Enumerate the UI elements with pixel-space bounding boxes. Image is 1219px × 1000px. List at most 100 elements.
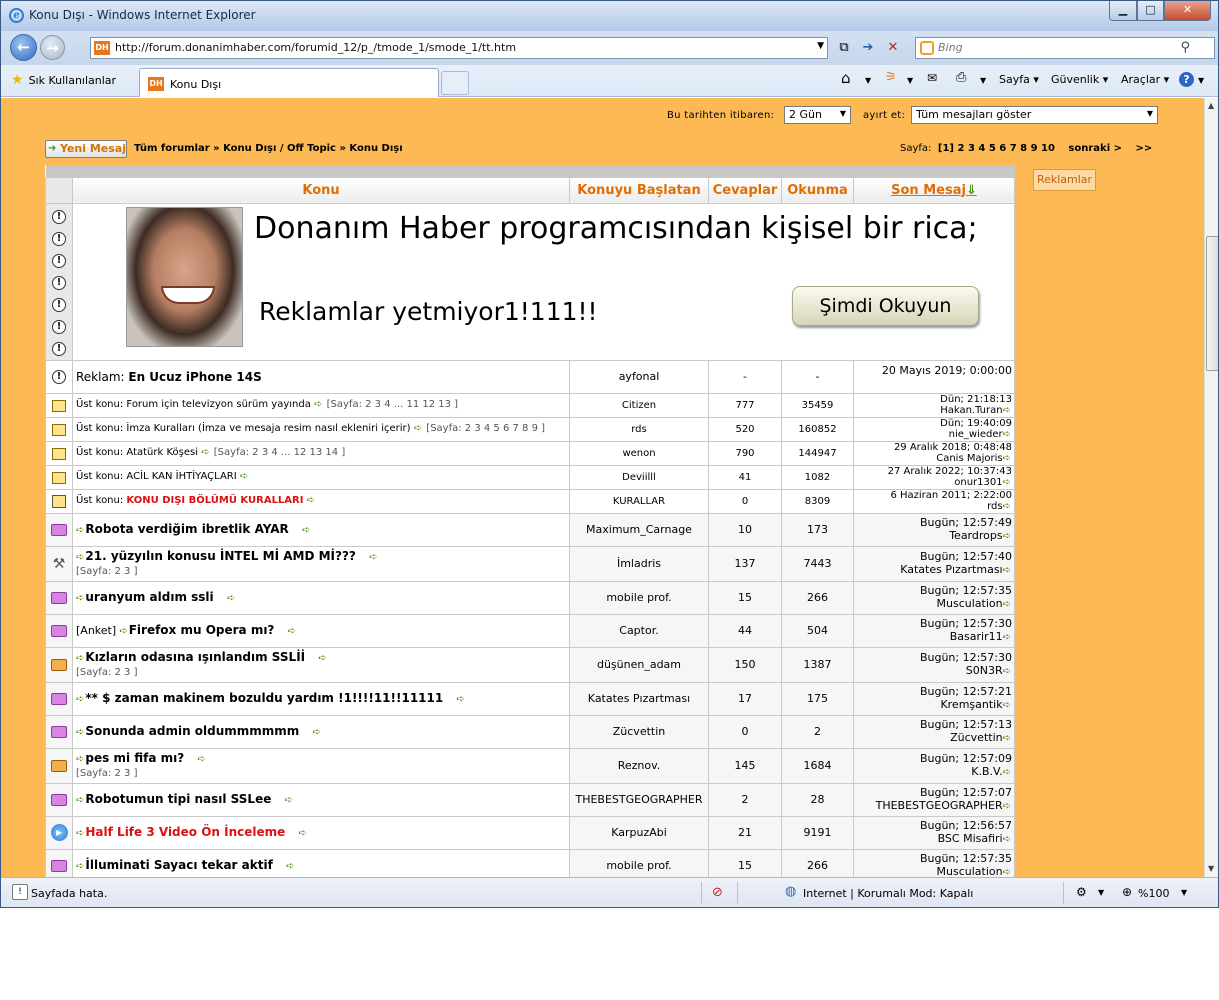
topic-row[interactable]: ➪Sonunda admin oldummmmmm ➪ Zücvettin 0 2 Bu… (45, 714, 1015, 749)
go-to-last-post-icon[interactable]: ➪ (1003, 767, 1011, 778)
topic-row[interactable]: ➪ ** $ zaman makinem bozuldu yardım !1!!!… (45, 681, 1015, 716)
topic-starter[interactable]: Katates Pızartması (569, 681, 709, 716)
go-to-last-post-icon[interactable]: ➪ (197, 754, 205, 765)
last-post-user-name[interactable]: BSC Misafiri (938, 832, 1003, 845)
sticky-starter[interactable]: rds (569, 416, 709, 442)
security-zone[interactable]: Internet | Korumalı Mod: Kapalı (803, 887, 973, 900)
sticky-row[interactable]: Üst konu: Atatürk Köşesi ➪ [Sayfa: 2 3 4… (45, 440, 1015, 466)
topic-cell[interactable]: ➪pes mi fifa mı? ➪ [Sayfa: 2 3 ] (72, 747, 570, 784)
topic-cell[interactable]: ➪Kızların odasına ışınlandım SSLİİ ➪ [Say… (72, 646, 570, 683)
topic-starter[interactable]: Reznov. (569, 747, 709, 784)
sticky-last-user-name[interactable]: Canis Majoris (936, 453, 1002, 464)
new-message-button[interactable]: Yeni Mesaj (45, 140, 127, 158)
last-post-user-name[interactable]: Kremşantik (940, 698, 1002, 711)
breadcrumb[interactable]: Tüm forumlar » Konu Dışı / Off Topic » K… (134, 143, 403, 154)
address-bar[interactable]: DH http://forum.donanimhaber.com/forumid… (90, 37, 828, 59)
scroll-thumb[interactable] (1206, 236, 1218, 371)
go-to-last-post-icon[interactable]: ➪ (227, 593, 235, 604)
column-header-topic[interactable]: Konu (72, 176, 570, 204)
zoom-dropdown-icon[interactable]: ▼ (1181, 888, 1187, 897)
last-post-user-name[interactable]: S0N3R (966, 664, 1003, 677)
topic-title[interactable]: ** $ zaman makinem bozuldu yardım !1!!!!… (85, 691, 443, 705)
go-icon[interactable]: ➔ (858, 38, 878, 58)
since-select[interactable]: 2 Gün ▼ (784, 106, 851, 124)
last-post-user[interactable]: BSC Misafiri➪ (855, 832, 1013, 846)
topic-starter[interactable]: KarpuzAbi (569, 815, 709, 850)
last-post-user-name[interactable]: THEBESTGEOGRAPHER (876, 799, 1003, 812)
topic-title[interactable]: uranyum aldım ssli (85, 590, 213, 604)
pager-pages[interactable]: 2 3 4 5 6 7 8 9 10 (958, 143, 1055, 154)
sticky-title[interactable]: KONU DIŞI BÖLÜMÜ KURALLARI (126, 495, 303, 506)
zoom-icon[interactable]: ⊕ (1122, 885, 1132, 899)
go-to-last-post-icon[interactable]: ➪ (1003, 700, 1011, 711)
close-button[interactable]: ✕ (1164, 1, 1211, 21)
topic-pages[interactable]: [Sayfa: 2 3 ] (76, 566, 137, 577)
topic-title[interactable]: pes mi fifa mı? (85, 751, 184, 765)
help-icon[interactable]: ? (1179, 72, 1194, 87)
print-dropdown-icon[interactable]: ▼ (980, 76, 986, 85)
last-post-user[interactable]: S0N3R➪ (855, 664, 1013, 678)
promo-topic[interactable]: Reklam: En Ucuz iPhone 14S (72, 359, 570, 394)
topic-row[interactable]: ➪Kızların odasına ışınlandım SSLİİ ➪ [Say… (45, 646, 1015, 683)
last-post-user[interactable]: Musculation➪ (855, 865, 1013, 877)
print-icon[interactable]: ⎙ (956, 70, 966, 85)
last-post-user[interactable]: Musculation➪ (855, 597, 1013, 611)
topic-cell[interactable]: ➪Robota verdiğim ibretlik AYAR ➪ (72, 512, 570, 547)
go-to-last-post-icon[interactable]: ➪ (1003, 632, 1011, 643)
tab-konu-disi[interactable]: DH Konu Dışı (139, 68, 439, 97)
go-to-last-post-icon[interactable]: ➪ (1003, 834, 1011, 845)
url-text[interactable]: http://forum.donanimhaber.com/forumid_12… (115, 41, 516, 54)
new-posts-icon[interactable]: ➪ (76, 754, 84, 765)
pager-last[interactable]: >> (1135, 143, 1152, 154)
go-to-last-post-icon[interactable]: ➪ (1003, 501, 1011, 512)
topic-title[interactable]: Firefox mu Opera mı? (129, 623, 275, 637)
new-posts-icon[interactable]: ➪ (76, 525, 84, 536)
sticky-starter[interactable]: Deviilll (569, 464, 709, 490)
sticky-row[interactable]: Üst konu: KONU DIŞI BÖLÜMÜ KURALLARI ➪ K… (45, 488, 1015, 514)
topic-row[interactable]: ▶ ➪Half Life 3 Video Ön İnceleme ➪ KarpuzA… (45, 815, 1015, 850)
go-to-last-post-icon[interactable]: ➪ (1003, 453, 1011, 464)
topic-title[interactable]: Kızların odasına ışınlandım SSLİİ (85, 650, 305, 664)
column-header-starter[interactable]: Konuyu Başlatan (569, 176, 709, 204)
last-post-user[interactable]: Zücvettin➪ (855, 731, 1013, 745)
go-to-last-post-icon[interactable]: ➪ (1003, 477, 1011, 488)
go-to-last-post-icon[interactable]: ➪ (318, 653, 326, 664)
sticky-row[interactable]: Üst konu: İmza Kuralları (İmza ve mesaja… (45, 416, 1015, 442)
favorites-button[interactable]: ★ Sık Kullanılanlar (11, 72, 116, 88)
promo-starter[interactable]: ayfonal (569, 359, 709, 394)
go-to-last-post-icon[interactable]: ➪ (369, 552, 377, 563)
sticky-last-user-name[interactable]: onur1301 (954, 477, 1002, 488)
last-post-user[interactable]: Kremşantik➪ (855, 698, 1013, 712)
go-to-last-post-icon[interactable]: ➪ (313, 727, 321, 738)
sticky-topic[interactable]: Üst konu: İmza Kuralları (İmza ve mesaja… (72, 416, 570, 442)
sticky-row[interactable]: Üst konu: ACİL KAN İHTİYAÇLARI ➪ Deviill… (45, 464, 1015, 490)
last-post-user-name[interactable]: Basarir11 (950, 630, 1003, 643)
topic-starter[interactable]: İmladris (569, 545, 709, 582)
topic-starter[interactable]: Zücvettin (569, 714, 709, 749)
sticky-last-user[interactable]: onur1301➪ (855, 477, 1013, 488)
topic-row[interactable]: ➪Robota verdiğim ibretlik AYAR ➪ Maximum_… (45, 512, 1015, 547)
sticky-starter[interactable]: Citizen (569, 392, 709, 418)
address-dropdown-icon[interactable]: ▼ (817, 41, 824, 51)
stop-icon[interactable]: ✕ (883, 38, 903, 58)
promo-title[interactable]: En Ucuz iPhone 14S (128, 370, 261, 384)
topic-cell[interactable]: ➪21. yüzyılın konusu İNTEL Mİ AMD Mİ??? … (72, 545, 570, 582)
topic-cell[interactable]: ➪Half Life 3 Video Ön İnceleme ➪ (72, 815, 570, 850)
sort-select[interactable]: Tüm mesajları göster ▼ (911, 106, 1158, 124)
go-to-last-post-icon[interactable]: ➪ (1003, 733, 1011, 744)
search-icon[interactable]: ⚲ (1180, 40, 1190, 55)
go-to-last-post-icon[interactable]: ➪ (1003, 531, 1011, 542)
rss-dropdown-icon[interactable]: ▼ (907, 76, 913, 85)
sticky-topic[interactable]: Üst konu: ACİL KAN İHTİYAÇLARI ➪ (72, 464, 570, 490)
last-post-user-name[interactable]: Musculation (937, 597, 1003, 610)
new-posts-icon[interactable]: ➪ (76, 727, 84, 738)
sticky-last-user-name[interactable]: rds (987, 501, 1003, 512)
new-posts-icon[interactable]: ➪ (76, 861, 84, 872)
sticky-title[interactable]: Atatürk Köşesi (126, 447, 198, 458)
go-to-last-post-icon[interactable]: ➪ (285, 795, 293, 806)
back-button[interactable]: ← (10, 34, 37, 61)
go-to-last-post-icon[interactable]: ➪ (1003, 429, 1011, 440)
topic-row[interactable]: ➪İlluminati Sayacı tekar aktif ➪ mobile p… (45, 848, 1015, 877)
topic-cell[interactable]: ➪Robotumun tipi nasıl SSLee ➪ (72, 782, 570, 817)
go-to-last-post-icon[interactable]: ➪ (1003, 405, 1011, 416)
